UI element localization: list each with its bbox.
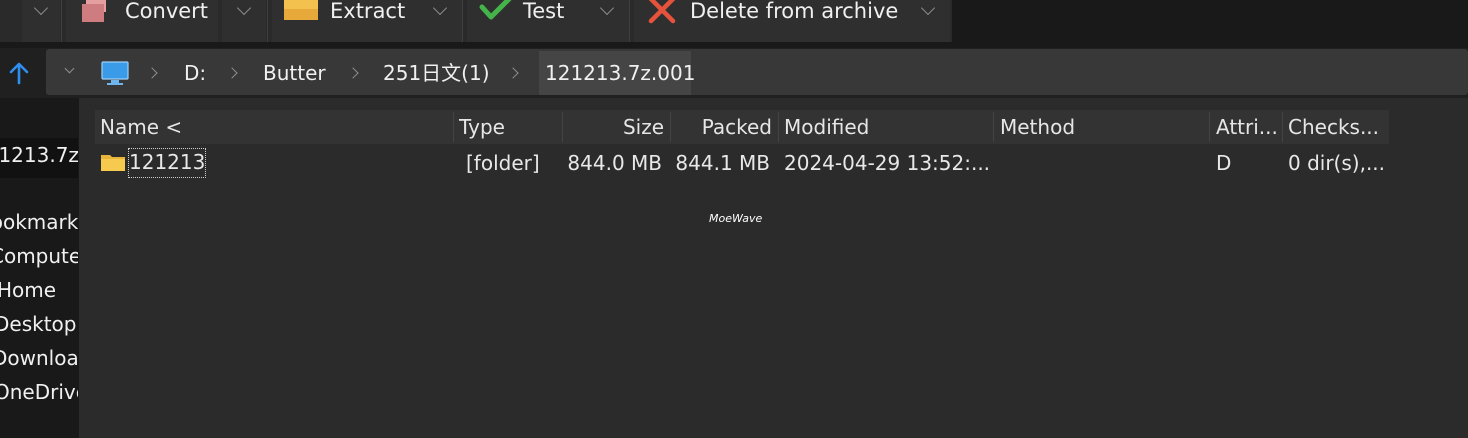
column-header-attributes[interactable]: Attri... — [1216, 110, 1280, 144]
column-divider[interactable] — [778, 112, 779, 142]
column-divider[interactable] — [993, 112, 994, 142]
column-divider[interactable] — [562, 112, 563, 142]
breadcrumb-current-label: 121213.7z.001 — [545, 61, 696, 85]
column-header-row: Name < Type Size Packed Modified Method … — [95, 110, 1389, 144]
column-header-size[interactable]: Size — [565, 110, 664, 144]
extract-dropdown-button[interactable] — [418, 0, 462, 42]
chevron-down-icon — [64, 63, 75, 74]
nav-item-archive[interactable]: 121213.7z.001 — [0, 138, 78, 178]
nav-item-downloads[interactable]: Downloads — [0, 346, 78, 370]
address-bar: D: Butter 251日文(1) 121213.7z.001 — [0, 48, 1468, 98]
row-name: 121213 — [129, 150, 206, 174]
previous-dropdown-button[interactable] — [22, 0, 60, 42]
breadcrumb-separator-icon — [507, 67, 519, 79]
chevron-down-icon — [599, 0, 615, 16]
row-type: [folder] — [466, 151, 540, 175]
extract-icon — [284, 0, 318, 20]
nav-item-computer[interactable]: Computer — [0, 244, 78, 268]
breadcrumb-current-archive[interactable]: 121213.7z.001 — [539, 51, 695, 95]
column-divider[interactable] — [1209, 112, 1210, 142]
toolbar: Convert Extract Test Delete from archive — [0, 0, 952, 42]
toolbar-separator — [267, 0, 268, 42]
chevron-down-icon — [920, 0, 936, 16]
test-dropdown-button[interactable] — [585, 0, 629, 42]
nav-item-desktop[interactable]: Desktop — [0, 312, 76, 336]
address-path-field[interactable]: D: Butter 251日文(1) 121213.7z.001 — [46, 49, 1468, 95]
column-divider[interactable] — [670, 112, 671, 142]
breadcrumb-folder-butter[interactable]: Butter — [263, 61, 326, 85]
delete-x-icon — [648, 0, 676, 24]
nav-item-home[interactable]: Home — [0, 278, 56, 302]
row-packed: 844.1 MB — [675, 151, 770, 175]
archive-browser-window: Convert Extract Test Delete from archive… — [0, 0, 1468, 438]
checkmark-icon — [479, 0, 512, 20]
nav-item-bookmarks[interactable]: Bookmarks — [0, 210, 78, 234]
file-list: Name < Type Size Packed Modified Method … — [79, 98, 1468, 438]
test-label: Test — [523, 0, 565, 23]
delete-from-archive-label: Delete from archive — [690, 0, 899, 23]
column-header-method[interactable]: Method — [1000, 110, 1205, 144]
breadcrumb-separator-icon — [347, 67, 359, 79]
chevron-down-icon — [33, 0, 49, 16]
convert-label: Convert — [125, 0, 209, 23]
column-header-name[interactable]: Name < — [100, 110, 450, 144]
navigation-pane: 121213.7z.001 Bookmarks Computer Home De… — [0, 98, 78, 438]
convert-icon — [82, 0, 106, 22]
breadcrumb-drive[interactable]: D: — [184, 61, 206, 85]
delete-dropdown-button[interactable] — [906, 0, 950, 42]
nav-item-onedrive[interactable]: OneDrive — [0, 380, 78, 404]
computer-icon[interactable] — [101, 61, 129, 87]
watermark-text: MoeWave — [709, 212, 763, 225]
convert-button[interactable]: Convert — [66, 0, 218, 42]
toolbar-separator — [462, 0, 463, 42]
toolbar-separator — [61, 0, 62, 42]
convert-dropdown-button[interactable] — [222, 0, 266, 42]
row-modified: 2024-04-29 13:52:... — [784, 151, 989, 175]
row-name-focus-box: 121213 — [128, 148, 207, 178]
column-header-packed[interactable]: Packed — [673, 110, 772, 144]
extract-button[interactable]: Extract — [272, 0, 418, 42]
recent-locations-dropdown[interactable] — [60, 63, 84, 83]
extract-label: Extract — [330, 0, 406, 23]
breadcrumb-folder-251[interactable]: 251日文(1) — [383, 61, 490, 85]
row-method — [1000, 146, 1205, 180]
test-button[interactable]: Test — [467, 0, 585, 42]
up-arrow-icon[interactable] — [8, 61, 30, 85]
table-row[interactable]: 121213 [folder] 844.0 MB 844.1 MB 2024-0… — [95, 146, 1389, 180]
column-header-type[interactable]: Type — [459, 110, 559, 144]
column-divider[interactable] — [1282, 112, 1283, 142]
row-attributes: D — [1216, 151, 1232, 175]
breadcrumb-separator-icon — [146, 67, 158, 79]
folder-icon — [101, 155, 125, 171]
delete-from-archive-button[interactable]: Delete from archive — [634, 0, 906, 42]
column-divider[interactable] — [453, 112, 454, 142]
breadcrumb-separator-icon — [226, 67, 238, 79]
column-header-checksum[interactable]: Checks... — [1288, 110, 1386, 144]
row-checksum: 0 dir(s),... — [1288, 151, 1386, 175]
chevron-down-icon — [432, 0, 448, 16]
column-header-modified[interactable]: Modified — [784, 110, 989, 144]
nav-item-archive-label: 121213.7z.001 — [0, 143, 78, 167]
row-size: 844.0 MB — [567, 151, 662, 175]
chevron-down-icon — [236, 0, 252, 16]
toolbar-separator — [629, 0, 630, 42]
